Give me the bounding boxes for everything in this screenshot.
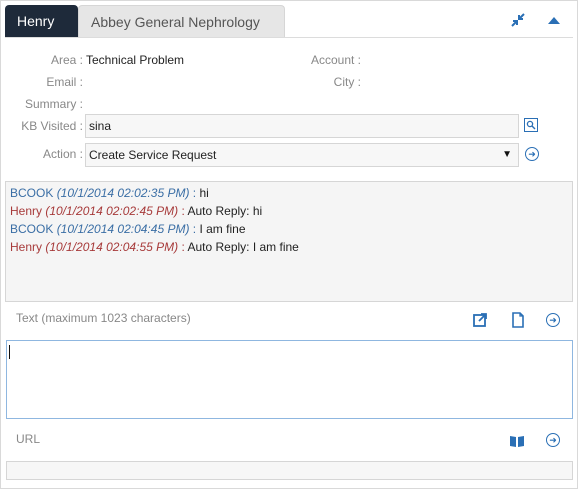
kb-visited-field[interactable]: sina <box>85 114 519 138</box>
account-label: Account : <box>310 53 361 67</box>
book-icon[interactable] <box>508 432 526 450</box>
chat-text: hi <box>199 186 209 200</box>
chat-text: I am fine <box>199 222 246 236</box>
summary-label: Summary : <box>24 97 83 111</box>
search-icon[interactable] <box>524 118 538 132</box>
chat-sender: Henry <box>10 240 43 254</box>
text-caret <box>9 345 10 359</box>
send-text-icon[interactable]: ➜ <box>546 313 560 327</box>
document-icon[interactable] <box>509 311 527 329</box>
area-value: Technical Problem <box>86 53 185 67</box>
message-textarea[interactable] <box>6 340 573 419</box>
city-label: City : <box>333 75 361 89</box>
chat-message: BCOOK (10/1/2014 02:04:45 PM) : I am fin… <box>10 222 246 236</box>
chat-timestamp: (10/1/2014 02:04:55 PM) <box>45 240 179 254</box>
tab-abbey-general-nephrology[interactable]: Abbey General Nephrology <box>78 5 285 37</box>
url-field[interactable] <box>6 461 573 480</box>
chat-sender: Henry <box>10 204 43 218</box>
chat-transcript[interactable]: BCOOK (10/1/2014 02:02:35 PM) : hi Henry… <box>5 181 573 302</box>
chat-separator: : <box>189 186 200 200</box>
chat-timestamp: (10/1/2014 02:04:45 PM) <box>56 222 190 236</box>
chat-separator: : <box>189 222 200 236</box>
chat-sender: BCOOK <box>10 222 54 236</box>
action-label: Action : <box>42 147 83 161</box>
tab-henry[interactable]: Henry <box>5 5 78 37</box>
chat-message: Henry (10/1/2014 02:02:45 PM) : Auto Rep… <box>10 204 262 218</box>
kb-visited-label: KB Visited : <box>21 119 83 133</box>
chevron-down-icon: ▼ <box>502 149 512 160</box>
chat-timestamp: (10/1/2014 02:02:45 PM) <box>45 204 179 218</box>
action-go-icon[interactable]: ➜ <box>525 147 539 161</box>
pop-out-icon[interactable] <box>471 311 489 329</box>
chat-sender: BCOOK <box>10 186 54 200</box>
action-select-value: Create Service Request <box>89 148 217 162</box>
tab-underline <box>5 37 573 38</box>
caret-up-icon[interactable] <box>545 11 563 29</box>
email-label: Email : <box>46 75 83 89</box>
tab-bar: Henry Abbey General Nephrology <box>1 1 577 38</box>
chat-panel: Henry Abbey General Nephrology Area : Te… <box>0 0 578 489</box>
url-label: URL <box>16 432 41 446</box>
chat-text: Auto Reply: I am fine <box>187 240 299 254</box>
action-select[interactable]: Create Service Request ▼ <box>85 143 519 167</box>
chat-timestamp: (10/1/2014 02:02:35 PM) <box>56 186 190 200</box>
chat-message: Henry (10/1/2014 02:04:55 PM) : Auto Rep… <box>10 240 299 254</box>
chat-message: BCOOK (10/1/2014 02:02:35 PM) : hi <box>10 186 209 200</box>
area-label: Area : <box>50 53 83 67</box>
text-label: Text (maximum 1023 characters) <box>16 311 191 325</box>
chat-text: Auto Reply: hi <box>187 204 263 218</box>
collapse-arrows-icon[interactable] <box>509 11 527 29</box>
send-url-icon[interactable]: ➜ <box>546 433 560 447</box>
